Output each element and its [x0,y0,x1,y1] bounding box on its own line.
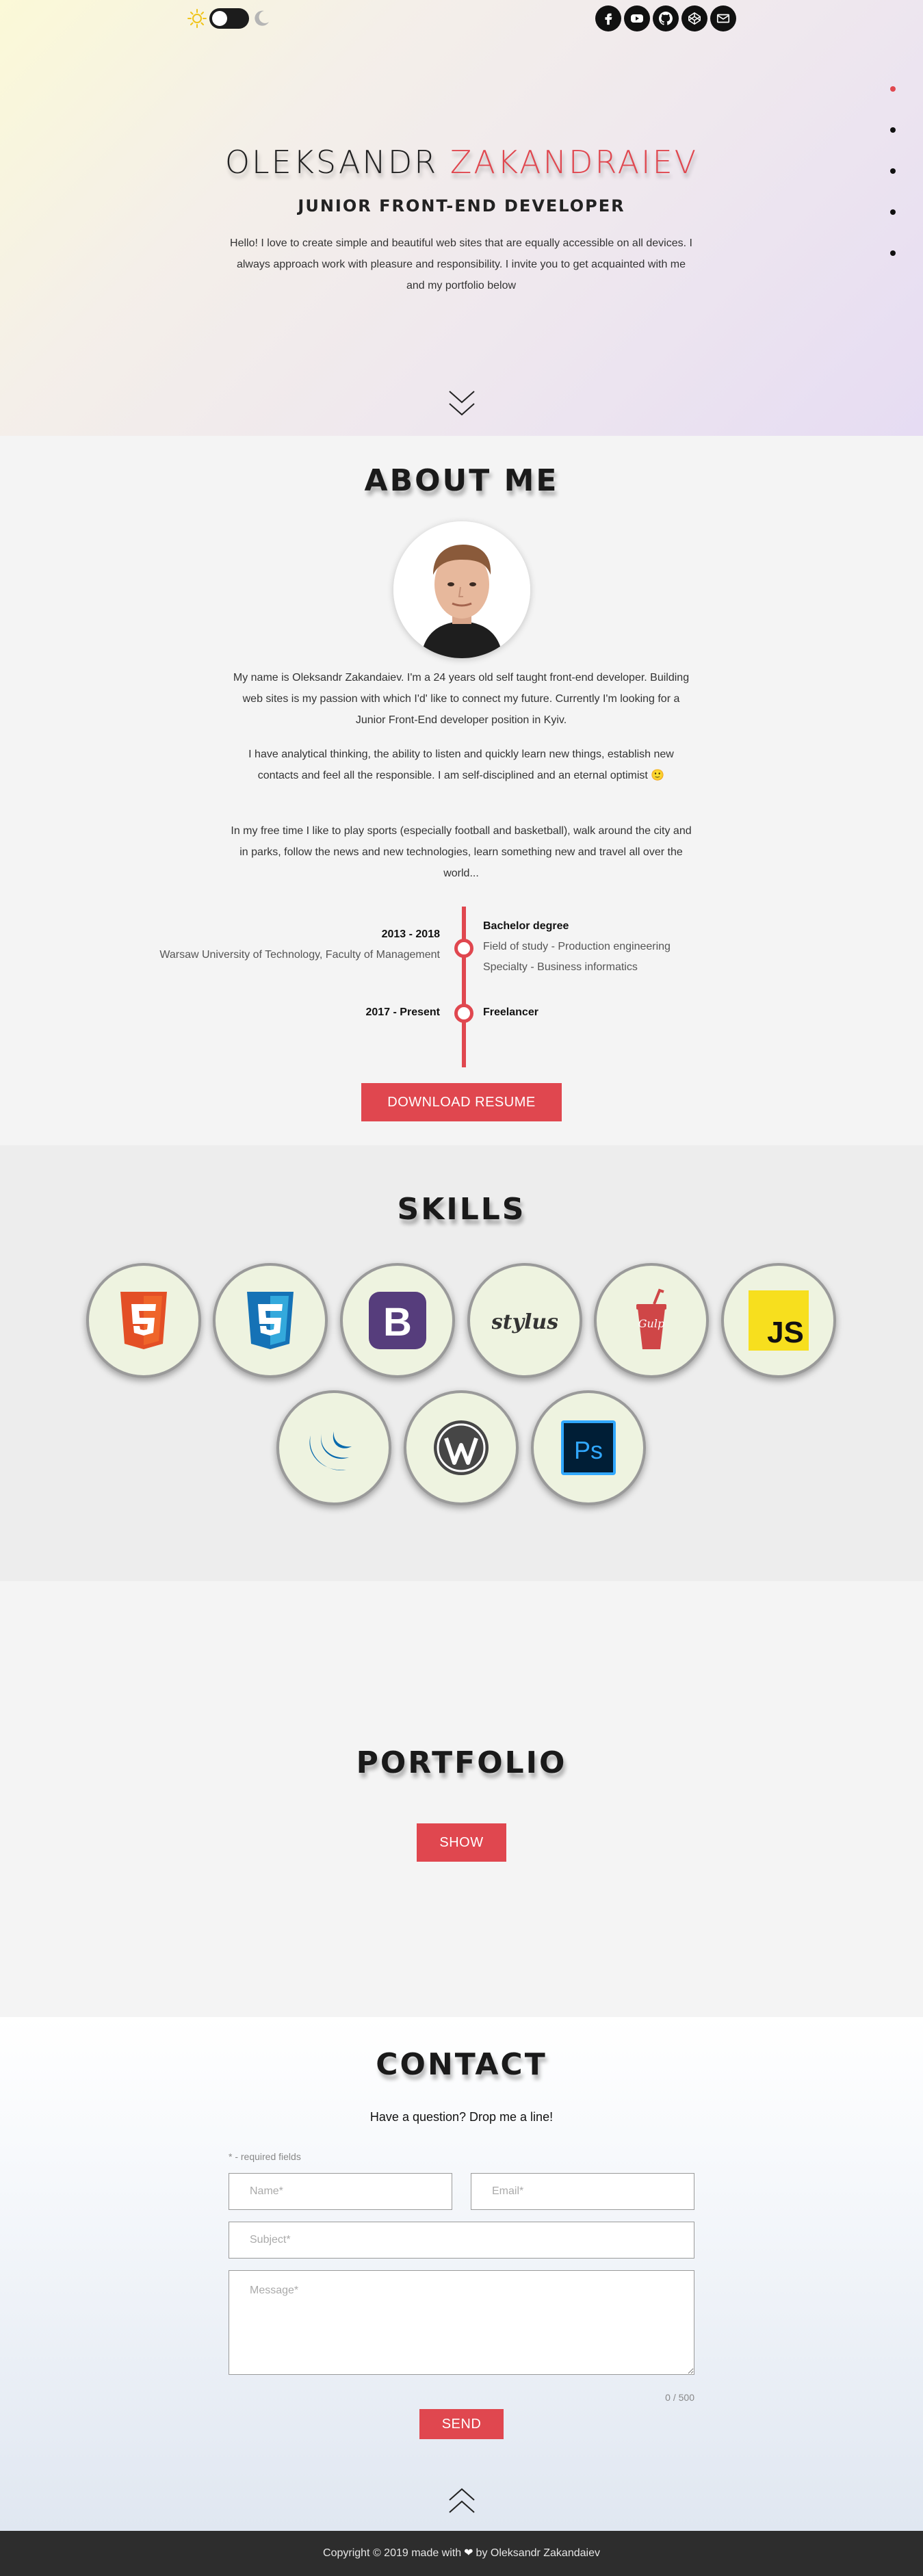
top-bar [0,5,923,36]
switch-knob [212,11,227,26]
about-section: ABOUT ME My name is Oleksandr Zakandaiev… [0,436,923,1145]
show-portfolio-button[interactable]: SHOW [417,1823,506,1862]
social-links [595,5,736,31]
bootstrap-icon: B [340,1263,455,1378]
nav-dot-home[interactable] [890,86,896,92]
avatar [393,521,530,658]
codepen-icon[interactable] [681,5,707,31]
timeline-date: 2017 - Present [365,1006,440,1018]
nav-dot-contact[interactable] [890,250,896,256]
email-field[interactable] [471,2173,694,2210]
youtube-icon[interactable] [624,5,650,31]
download-resume-button[interactable]: DOWNLOAD RESUME [361,1083,562,1121]
message-field[interactable] [229,2270,694,2375]
js-letters: JS [767,1316,804,1349]
about-paragraph-3: In my free time I like to play sports (e… [231,825,692,879]
email-icon[interactable] [710,5,736,31]
theme-toggle-group [187,8,271,29]
contact-title: CONTACT [376,2047,547,2082]
css3-icon [213,1263,328,1378]
timeline-title: Freelancer [483,1006,538,1018]
bootstrap-letter: B [383,1300,412,1344]
html5-icon [86,1263,201,1378]
skills-section: SKILLS B stylus Gulp JS Ps [0,1145,923,1581]
jquery-icon [276,1390,391,1505]
timeline-title: Bachelor degree [483,920,569,932]
timeline-detail: Specialty - Business informatics [483,961,638,973]
footer-copyright: Copyright © 2019 made with [323,2547,462,2559]
nav-dot-about[interactable] [890,127,896,133]
skills-title: SKILLS [397,1192,526,1227]
gulp-icon: Gulp [594,1263,709,1378]
first-name: OLEKSANDR [224,144,439,181]
contact-section: CONTACT Have a question? Drop me a line!… [0,2017,923,2531]
name-field[interactable] [229,2173,452,2210]
gulp-word: Gulp [638,1317,664,1330]
message-counter: 0 / 500 [665,2392,694,2403]
about-paragraph-2: I have analytical thinking, the ability … [248,749,674,781]
portfolio-section: PORTFOLIO SHOW [0,1581,923,2017]
stylus-icon: stylus [467,1263,582,1378]
timeline-date: 2013 - 2018 [381,928,440,940]
hero-section: OLEKSANDR ZAKANDRAIEV JUNIOR FRONT-END D… [0,0,923,436]
github-icon[interactable] [653,5,679,31]
contact-subtitle: Have a question? Drop me a line! [369,2110,554,2124]
timeline-marker [454,1004,473,1023]
theme-switch[interactable] [209,8,249,29]
hero-subtitle: JUNIOR FRONT-END DEVELOPER [298,196,625,216]
last-name: ZAKANDRAIEV [450,144,699,181]
about-title: ABOUT ME [364,463,559,498]
facebook-icon[interactable] [595,5,621,31]
sun-icon[interactable] [187,9,207,28]
hero-intro: Hello! I love to create simple and beaut… [230,237,692,291]
portfolio-title: PORTFOLIO [356,1745,567,1780]
required-note: * - required fields [229,2151,301,2162]
footer: Copyright © 2019 made with ❤ by Oleksandr … [0,2531,923,2576]
chevron-up-icon[interactable] [447,2485,476,2516]
send-button[interactable]: SEND [419,2409,504,2439]
about-paragraph-1: My name is Oleksandr Zakandaiev. I'm a 2… [233,672,690,726]
timeline-detail: Field of study - Production engineering [483,941,671,952]
heart-icon: ❤ [464,2547,473,2559]
stylus-word: stylus [492,1310,558,1334]
moon-icon[interactable] [252,9,271,28]
photoshop-icon: Ps [531,1390,646,1505]
ps-letters: Ps [574,1436,603,1464]
chevron-down-icon[interactable] [447,389,476,420]
timeline-line [462,907,466,1067]
subject-field[interactable] [229,2222,694,2259]
wordpress-icon [404,1390,519,1505]
footer-author: by Oleksandr Zakandaiev [476,2547,600,2559]
hero-title: OLEKSANDR ZAKANDRAIEV [0,144,923,181]
javascript-icon: JS [721,1263,836,1378]
timeline-org: Warsaw University of Technology, Faculty… [159,949,440,961]
timeline-marker [454,939,473,958]
